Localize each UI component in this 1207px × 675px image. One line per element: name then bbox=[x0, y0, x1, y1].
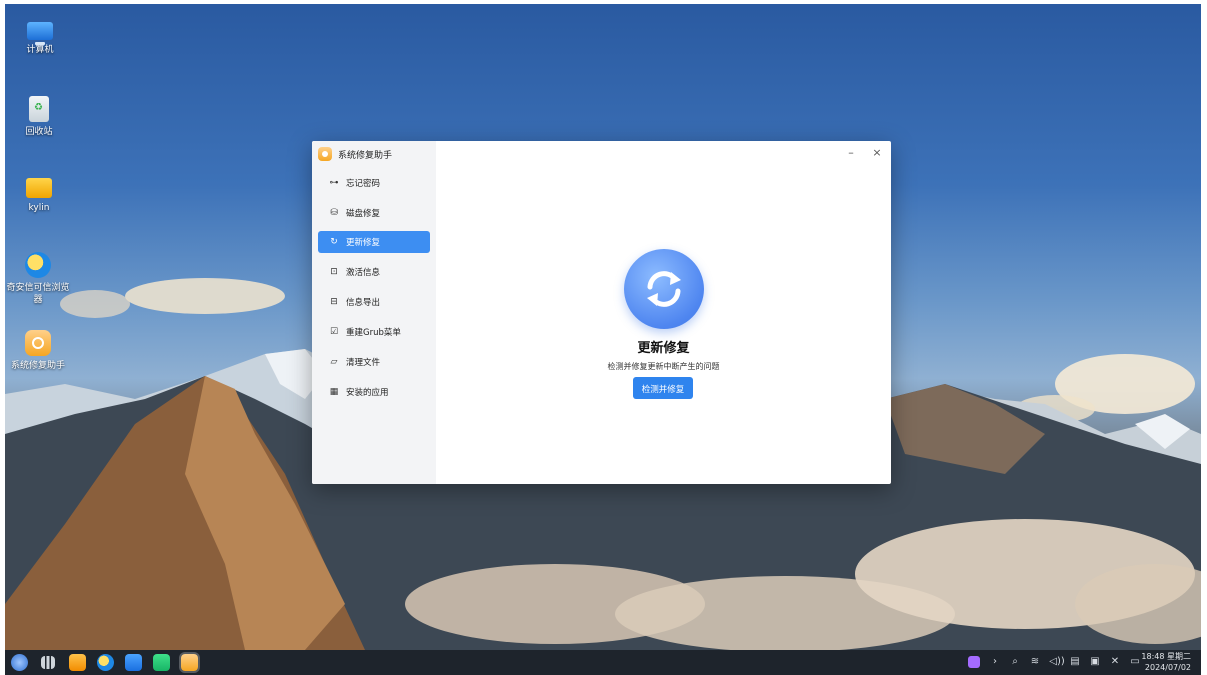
nav-item-activation-info[interactable]: ⊡ 激活信息 bbox=[318, 261, 430, 283]
desktop-icon-repair-assistant[interactable]: 系统修复助手 bbox=[5, 330, 73, 372]
desktop-icon-browser[interactable]: 奇安信可信浏览器 bbox=[5, 252, 73, 306]
refresh-icon: ↻ bbox=[330, 237, 338, 247]
nav-item-installed-apps[interactable]: ▦ 安装的应用 bbox=[318, 381, 430, 403]
notification-app-icon[interactable] bbox=[968, 656, 980, 668]
detect-and-repair-button[interactable]: 检测并修复 bbox=[633, 377, 693, 399]
tray-expand-icon[interactable]: › bbox=[988, 656, 1002, 667]
wifi-icon[interactable]: ≋ bbox=[1028, 656, 1042, 667]
desktop-icon-label: 计算机 bbox=[26, 45, 54, 55]
clock-time[interactable]: 18:48 星期二 bbox=[1141, 651, 1191, 662]
taskbar: › ⌕ ≋ ◁)) ▤ ▣ ✕ ▭ 18:48 星期二 2024/07/02 bbox=[5, 650, 1201, 675]
page-title: 更新修复 bbox=[637, 341, 690, 356]
folder-icon bbox=[26, 178, 52, 198]
computer-icon bbox=[27, 22, 53, 45]
apps-grid-icon: ▦ bbox=[329, 387, 339, 397]
nav-item-label: 信息导出 bbox=[346, 298, 381, 308]
nav-item-label: 清理文件 bbox=[346, 358, 381, 368]
grub-icon: ☑ bbox=[329, 327, 339, 337]
search-icon[interactable]: ⌕ bbox=[1008, 656, 1022, 667]
repair-assistant-icon bbox=[25, 330, 51, 356]
folder-open-icon: ▱ bbox=[330, 357, 338, 367]
desktop-icon-label: 奇安信可信浏览器 bbox=[6, 283, 70, 305]
app-title: 系统修复助手 bbox=[338, 150, 393, 161]
desktop-icon-label: kylin bbox=[28, 203, 50, 213]
keyboard-icon[interactable]: ▤ bbox=[1068, 656, 1082, 667]
nav-item-rebuild-grub[interactable]: ☑ 重建Grub菜单 bbox=[318, 321, 430, 343]
nav-item-info-export[interactable]: ⊟ 信息导出 bbox=[318, 291, 430, 313]
software-store-icon[interactable] bbox=[153, 654, 170, 671]
nav-item-forgot-password[interactable]: ⊶ 忘记密码 bbox=[318, 172, 430, 194]
sidebar: 系统修复助手 ⊶ 忘记密码 ⛁ 磁盘修复 ↻ 更新修复 ⊡ 激活信息 ⊟ 信息导… bbox=[312, 141, 436, 484]
app-title-bar: 系统修复助手 bbox=[312, 141, 436, 167]
desktop-icon-trash[interactable]: 回收站 bbox=[5, 96, 74, 138]
desktop-icon-computer[interactable]: 计算机 bbox=[5, 18, 75, 56]
bluetooth-icon[interactable]: ✕ bbox=[1108, 656, 1122, 667]
activation-icon: ⊡ bbox=[330, 267, 338, 277]
repair-assistant-taskbar-icon[interactable] bbox=[181, 654, 198, 671]
desktop-icon-kylin-folder[interactable]: kylin bbox=[5, 174, 74, 214]
nav-item-label: 安装的应用 bbox=[346, 388, 389, 398]
app-logo-icon bbox=[318, 147, 332, 161]
start-menu-icon[interactable] bbox=[11, 654, 28, 671]
sync-arrows-icon bbox=[647, 271, 681, 307]
desktop-icon-label: 系统修复助手 bbox=[10, 361, 65, 371]
browser-icon bbox=[25, 252, 51, 278]
page-description: 检测并修复更新中断产生的问题 bbox=[607, 362, 720, 371]
export-icon: ⊟ bbox=[330, 297, 338, 307]
update-repair-hero-icon bbox=[624, 249, 704, 329]
main-content: 更新修复 检测并修复更新中断产生的问题 检测并修复 bbox=[436, 141, 891, 484]
battery-icon[interactable]: ▣ bbox=[1088, 656, 1102, 667]
nav-item-label: 激活信息 bbox=[346, 268, 381, 278]
wps-office-icon[interactable] bbox=[125, 654, 142, 671]
trash-icon bbox=[29, 96, 49, 122]
desktop-icon-label: 回收站 bbox=[25, 127, 53, 137]
app-window: 系统修复助手 ⊶ 忘记密码 ⛁ 磁盘修复 ↻ 更新修复 ⊡ 激活信息 ⊟ 信息导… bbox=[312, 141, 891, 484]
nav-item-label: 忘记密码 bbox=[346, 179, 381, 189]
browser-icon[interactable] bbox=[97, 654, 114, 671]
volume-icon[interactable]: ◁)) bbox=[1048, 656, 1066, 667]
nav-item-update-repair[interactable]: ↻ 更新修复 bbox=[318, 231, 430, 253]
key-icon: ⊶ bbox=[329, 178, 339, 188]
nav-item-label: 更新修复 bbox=[346, 238, 381, 248]
file-manager-icon[interactable] bbox=[69, 654, 86, 671]
multitask-view-icon[interactable] bbox=[41, 656, 55, 669]
nav-item-clean-files[interactable]: ▱ 清理文件 bbox=[318, 351, 430, 373]
nav-item-label: 磁盘修复 bbox=[346, 209, 381, 219]
nav-item-disk-repair[interactable]: ⛁ 磁盘修复 bbox=[318, 202, 430, 224]
clock-date[interactable]: 2024/07/02 bbox=[1145, 663, 1191, 672]
disk-icon: ⛁ bbox=[330, 208, 338, 218]
nav-item-label: 重建Grub菜单 bbox=[346, 328, 401, 338]
notification-center-icon[interactable]: ▭ bbox=[1128, 656, 1142, 667]
